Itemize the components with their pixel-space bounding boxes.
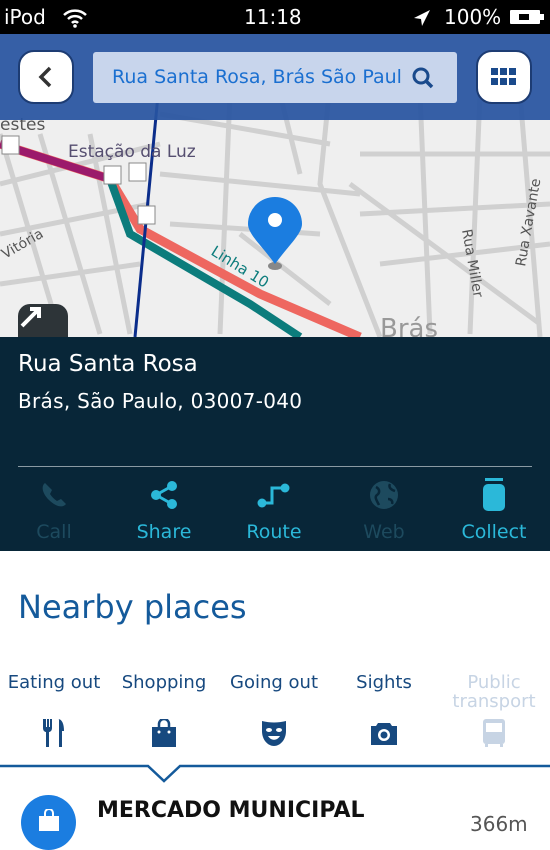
place-address: Brás, São Paulo, 03007-040 [18,389,303,413]
svg-text:Rua Miller: Rua Miller [458,228,486,299]
back-icon [38,66,52,88]
search-icon[interactable] [411,66,435,90]
phone-icon [42,483,66,507]
collect-jar-icon [483,478,505,511]
wifi-icon [63,9,87,28]
category-eating-out[interactable]: Eating out [0,673,109,749]
back-button[interactable] [18,50,74,104]
place-distance: 366m [470,812,528,836]
category-public-transport[interactable]: Public transport [439,673,549,749]
bus-icon [483,719,505,747]
menu-button[interactable] [476,50,532,104]
expand-icon [20,307,41,328]
route-icon [257,483,290,508]
divider [18,466,532,467]
share-icon [151,481,177,509]
place-name: MERCADO MUNICIPAL [97,798,365,823]
shopping-bag-icon [152,719,176,747]
globe-icon [370,481,398,509]
location-arrow-icon [414,10,430,26]
shopping-bag-icon [39,809,59,831]
expand-map-button[interactable] [18,304,68,337]
camera-icon [371,723,397,745]
category-going-out[interactable]: Going out [219,673,329,749]
clock: 11:18 [244,5,302,29]
map-label-district: Brás [380,314,438,337]
route-button[interactable]: Route [219,477,329,543]
svg-text:Rua Xavante: Rua Xavante [513,177,544,267]
shopping-category-badge [21,795,76,850]
category-selection-indicator [0,764,550,783]
category-shopping[interactable]: Shopping [109,673,219,749]
status-bar: iPod 11:18 100% [0,0,550,34]
map-label-station: Estação da Luz [68,142,196,162]
web-button[interactable]: Web [329,477,439,543]
list-item[interactable]: MERCADO MUNICIPAL 366m [0,790,550,850]
category-sights[interactable]: Sights [329,673,439,749]
place-title: Rua Santa Rosa [18,351,198,377]
search-input[interactable]: Rua Santa Rosa, Brás São Paul [93,52,457,103]
mask-icon [262,721,286,746]
battery-percent: 100% [444,5,502,29]
collect-button[interactable]: Collect [439,477,549,543]
fork-knife-icon [43,719,64,747]
grid-menu-icon [491,68,516,85]
call-button[interactable]: Call [0,477,109,543]
share-button[interactable]: Share [109,477,219,543]
location-pin-icon [248,197,302,270]
battery-icon [510,10,544,24]
nearby-title: Nearby places [18,588,247,626]
device-name: iPod [4,5,46,29]
place-panel: Rua Santa Rosa Brás, São Paulo, 03007-04… [0,337,550,551]
